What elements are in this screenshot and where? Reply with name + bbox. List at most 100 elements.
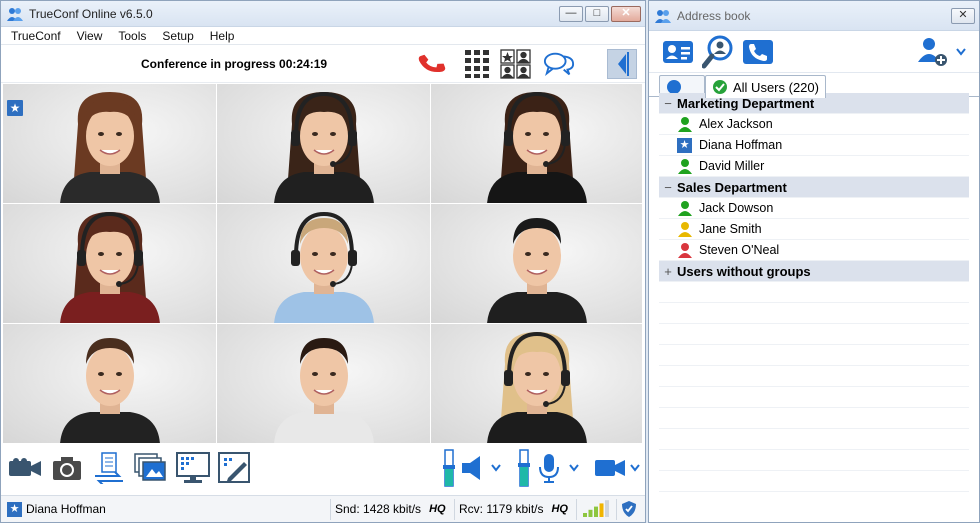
add-user-dropdown-icon[interactable] — [955, 35, 967, 69]
menu-trueconf[interactable]: TrueConf — [1, 29, 67, 43]
empty-list-row — [659, 387, 969, 408]
tab-all-users[interactable]: All Users (220) — [705, 75, 826, 98]
user-status-icon — [678, 222, 692, 237]
group-header[interactable]: − Sales Department — [659, 177, 969, 198]
slideshow-icon[interactable] — [133, 451, 169, 485]
video-tile[interactable] — [431, 204, 643, 324]
participant-video — [486, 217, 587, 323]
snapshot-icon[interactable] — [49, 451, 85, 485]
video-grid: ★ — [3, 84, 643, 444]
video-tile[interactable] — [3, 324, 217, 444]
star-icon: ★ — [7, 100, 23, 116]
video-tile[interactable] — [217, 324, 431, 444]
camera-icon[interactable] — [7, 451, 43, 485]
window-title: TrueConf Online v6.5.0 — [29, 6, 153, 21]
group-toggle-icon[interactable]: − — [659, 96, 677, 111]
video-tile[interactable] — [431, 84, 643, 204]
collapse-panel-icon[interactable] — [607, 49, 637, 79]
send-rate-label: Snd: 1428 kbit/s — [335, 502, 422, 516]
addressbook-title: Address book — [677, 8, 751, 23]
participant-video — [273, 91, 374, 203]
video-tile[interactable] — [3, 204, 217, 324]
app-logo-icon — [7, 7, 23, 21]
add-user-icon[interactable] — [917, 35, 949, 69]
security-shield-icon[interactable] — [617, 499, 643, 520]
empty-list-row — [659, 345, 969, 366]
addressbook-titlebar[interactable]: Address book ✕ — [649, 1, 979, 31]
receive-rate: Rcv: 1179 kbit/s HQ — [455, 498, 577, 520]
speaker-volume-slider[interactable] — [439, 449, 459, 487]
screen-share-icon[interactable] — [175, 451, 211, 485]
search-user-icon[interactable] — [701, 35, 735, 69]
star-icon: ★ — [677, 137, 692, 153]
menu-tools[interactable]: Tools — [108, 29, 152, 43]
video-camera-icon[interactable] — [593, 451, 627, 485]
empty-list-row — [659, 324, 969, 345]
contact-name: Jack Dowson — [699, 201, 774, 215]
chat-icon[interactable] — [543, 49, 575, 79]
contact-row[interactable]: Jane Smith — [659, 219, 969, 240]
speaker-dropdown-icon[interactable] — [489, 451, 503, 485]
tab-all-users-label: All Users (220) — [733, 79, 819, 95]
contact-name: Jane Smith — [699, 222, 762, 236]
user-status-icon — [678, 201, 692, 216]
menu-help[interactable]: Help — [200, 29, 241, 43]
group-header[interactable]: + Users without groups — [659, 261, 969, 282]
video-tile[interactable]: ★ — [3, 84, 217, 204]
contact-name: Steven O'Neal — [699, 243, 780, 257]
whiteboard-icon[interactable] — [217, 451, 253, 485]
dialpad-icon[interactable] — [461, 49, 493, 79]
participant-video — [486, 91, 587, 203]
menu-view[interactable]: View — [67, 29, 109, 43]
user-status-icon — [678, 159, 692, 174]
video-tile[interactable] — [217, 204, 431, 324]
speaker-icon[interactable] — [459, 451, 487, 485]
group-name: Users without groups — [677, 263, 811, 279]
contact-row[interactable]: Jack Dowson — [659, 198, 969, 219]
current-user-status: ★ Diana Hoffman — [1, 498, 331, 520]
video-tile[interactable] — [431, 324, 643, 444]
main-window: TrueConf Online v6.5.0 — □ ✕ TrueConf Vi… — [0, 0, 646, 523]
mic-dropdown-icon[interactable] — [567, 451, 581, 485]
empty-list-row — [659, 282, 969, 303]
contact-row[interactable]: ★ Diana Hoffman — [659, 135, 969, 156]
participant-video — [59, 211, 160, 323]
contact-row[interactable]: Steven O'Neal — [659, 240, 969, 261]
minimize-button[interactable]: — — [559, 5, 583, 22]
participant-video — [59, 91, 160, 203]
signal-bar — [599, 503, 604, 517]
receive-quality: HQ — [551, 503, 568, 515]
menubar: TrueConf View Tools Setup Help — [1, 27, 645, 45]
mic-volume-slider[interactable] — [515, 449, 533, 487]
participant-video — [59, 337, 160, 443]
microphone-icon[interactable] — [535, 451, 563, 485]
contacts-icon[interactable] — [661, 35, 695, 69]
hangup-icon[interactable] — [415, 49, 447, 79]
video-tile[interactable] — [217, 84, 431, 204]
main-titlebar[interactable]: TrueConf Online v6.5.0 — □ ✕ — [1, 1, 645, 27]
participant-video — [486, 331, 587, 443]
layout-icon[interactable] — [500, 49, 532, 79]
addressbook-logo-icon — [655, 9, 671, 23]
conference-status: Conference in progress 00:24:19 — [141, 57, 328, 71]
contact-row[interactable]: Alex Jackson — [659, 114, 969, 135]
contact-name: Alex Jackson — [699, 117, 773, 131]
online-status-icon — [713, 80, 727, 94]
star-icon: ★ — [7, 501, 22, 517]
close-button[interactable]: ✕ — [611, 5, 641, 22]
send-rate: Snd: 1428 kbit/s HQ — [331, 498, 455, 520]
menu-setup[interactable]: Setup — [152, 29, 199, 43]
empty-list-row — [659, 408, 969, 429]
transfer-file-icon[interactable] — [91, 451, 127, 485]
call-icon[interactable] — [741, 35, 775, 69]
maximize-button[interactable]: □ — [585, 5, 609, 22]
conference-toolbar: Conference in progress 00:24:19 — [1, 45, 645, 83]
contact-name: Diana Hoffman — [699, 138, 783, 152]
group-toggle-icon[interactable]: − — [659, 180, 677, 195]
group-toggle-icon[interactable]: + — [659, 264, 677, 279]
contact-row[interactable]: David Miller — [659, 156, 969, 177]
empty-list-row — [659, 471, 969, 492]
addressbook-close-button[interactable]: ✕ — [951, 7, 975, 24]
camera-dropdown-icon[interactable] — [629, 451, 641, 485]
signal-bar — [605, 500, 609, 517]
